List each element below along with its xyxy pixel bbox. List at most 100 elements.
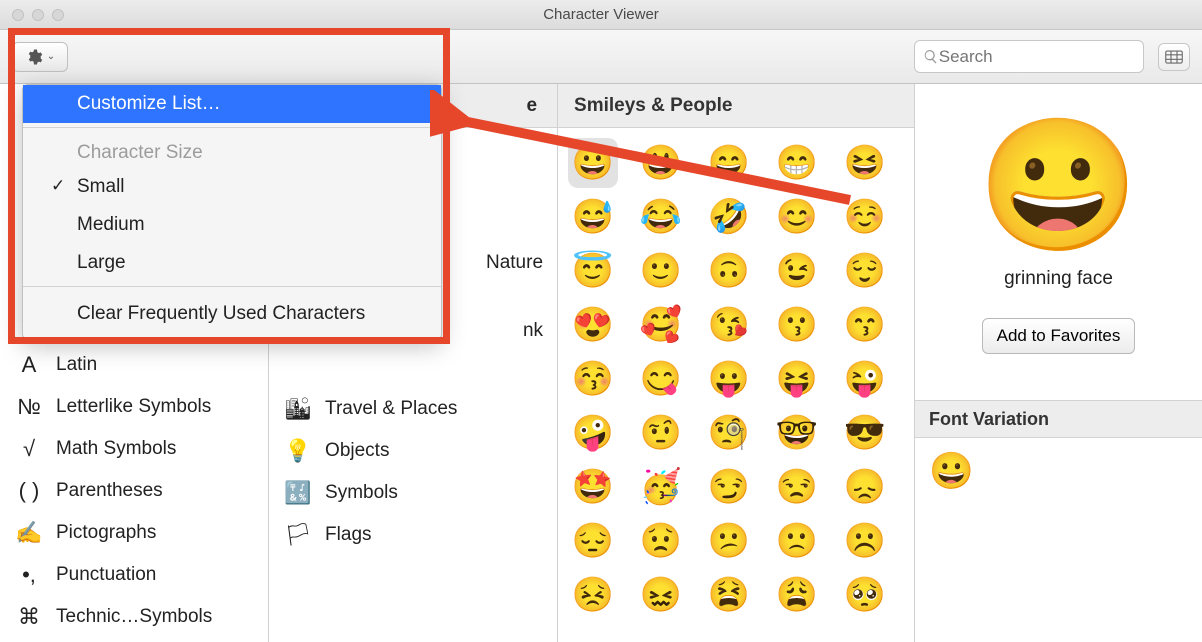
emoji-cell[interactable]: 😚 — [568, 354, 618, 404]
emoji-grid: 😀 😃 😄 😁 😆 😅 😂 🤣 😊 ☺️ 😇 🙂 🙃 😉 😌 😍 🥰 😘 😗 😙 😚 😋 😛 😝 😜 🤪 🤨 🧐 🤓 😎 🤩 🥳 😏 😒 😞 😔 😟 😕 🙁… — [558, 128, 914, 630]
subcat-label: Flags — [325, 524, 371, 546]
sidebar-item-label: Pictographs — [56, 522, 156, 544]
emoji-cell[interactable]: 🙃 — [704, 246, 754, 296]
sidebar-item-label: Math Symbols — [56, 438, 176, 460]
menu-size-large[interactable]: Large — [23, 244, 441, 282]
subcat-symbols[interactable]: 🔣Symbols — [269, 472, 557, 514]
emoji-cell[interactable]: 🤓 — [772, 408, 822, 458]
emoji-cell[interactable]: 😖 — [636, 570, 686, 620]
chevron-down-icon: ⌄ — [47, 51, 55, 62]
menu-customize-list[interactable]: Customize List… — [23, 85, 441, 123]
emoji-cell[interactable]: 😛 — [704, 354, 754, 404]
emoji-cell[interactable]: 🤣 — [704, 192, 754, 242]
sidebar-item-punctuation[interactable]: •, Punctuation — [0, 554, 268, 596]
emoji-cell[interactable]: 🙁 — [772, 516, 822, 566]
emoji-cell[interactable]: 😫 — [704, 570, 754, 620]
preview-emoji: 😀 — [978, 120, 1140, 250]
emoji-cell[interactable]: 😩 — [772, 570, 822, 620]
search-field[interactable] — [914, 40, 1144, 73]
sidebar-item-math[interactable]: √ Math Symbols — [0, 428, 268, 470]
emoji-cell[interactable]: 😀 — [568, 138, 618, 188]
emoji-cell[interactable]: 😒 — [772, 462, 822, 512]
emoji-cell[interactable]: 😞 — [840, 462, 890, 512]
emoji-cell[interactable]: 😝 — [772, 354, 822, 404]
sidebar-item-technical[interactable]: ⌘Technic…Symbols — [0, 596, 268, 638]
emoji-cell[interactable]: ☹️ — [840, 516, 890, 566]
symbols-icon: 🔣 — [283, 478, 313, 508]
settings-menu-button[interactable]: ⌄ — [12, 42, 68, 72]
subcat-label: Travel & Places — [325, 398, 457, 420]
emoji-cell[interactable]: 😍 — [568, 300, 618, 350]
parentheses-icon: ( ) — [14, 476, 44, 506]
gear-icon — [25, 48, 43, 66]
emoji-section-header: Smileys & People — [558, 84, 914, 128]
punctuation-icon: •, — [14, 560, 44, 590]
emoji-cell[interactable]: 😅 — [568, 192, 618, 242]
sidebar-item-label: Punctuation — [56, 564, 156, 586]
emoji-cell[interactable]: 😎 — [840, 408, 890, 458]
subcat-label: Objects — [325, 440, 389, 462]
emoji-cell[interactable]: 😣 — [568, 570, 618, 620]
grid-icon — [1165, 50, 1183, 64]
emoji-cell[interactable]: 😕 — [704, 516, 754, 566]
sidebar-item-parentheses[interactable]: ( )Parentheses — [0, 470, 268, 512]
emoji-cell[interactable]: 🤩 — [568, 462, 618, 512]
emoji-cell[interactable]: 😙 — [840, 300, 890, 350]
travel-icon: 🏙 — [283, 394, 313, 424]
menu-clear-frequently-used[interactable]: Clear Frequently Used Characters — [23, 291, 441, 335]
sidebar-item-letterlike[interactable]: №Letterlike Symbols — [0, 386, 268, 428]
emoji-cell[interactable]: 😋 — [636, 354, 686, 404]
window-controls — [12, 9, 64, 21]
font-variation-item[interactable]: 😀 — [915, 438, 1202, 504]
titlebar: Character Viewer — [0, 0, 1202, 30]
objects-icon: 💡 — [283, 436, 313, 466]
emoji-cell[interactable]: 🥰 — [636, 300, 686, 350]
emoji-cell[interactable]: 😄 — [704, 138, 754, 188]
subcat-objects[interactable]: 💡 Objects — [269, 430, 557, 472]
search-input[interactable] — [939, 47, 1135, 67]
close-window-button[interactable] — [12, 9, 24, 21]
emoji-cell[interactable]: 😃 — [636, 138, 686, 188]
emoji-cell[interactable]: 🤨 — [636, 408, 686, 458]
emoji-cell[interactable]: 😇 — [568, 246, 618, 296]
emoji-cell[interactable]: 😘 — [704, 300, 754, 350]
latin-icon: A — [14, 350, 44, 380]
minimize-window-button[interactable] — [32, 9, 44, 21]
collapse-button[interactable] — [1158, 43, 1190, 71]
emoji-cell[interactable]: 😌 — [840, 246, 890, 296]
subcat-flags[interactable]: 🏳 Flags — [269, 514, 557, 556]
emoji-cell[interactable]: 🤪 — [568, 408, 618, 458]
search-icon — [923, 48, 939, 65]
emoji-cell[interactable]: 😜 — [840, 354, 890, 404]
emoji-cell[interactable]: 😁 — [772, 138, 822, 188]
emoji-cell[interactable]: 😏 — [704, 462, 754, 512]
emoji-cell[interactable]: 🥳 — [636, 462, 686, 512]
preview-pane: 😀 grinning face Add to Favorites Font Va… — [915, 84, 1202, 642]
zoom-window-button[interactable] — [52, 9, 64, 21]
sidebar-item-label: Latin — [56, 354, 97, 376]
subcat-travel[interactable]: 🏙 Travel & Places — [269, 388, 557, 430]
settings-dropdown: Customize List… Character Size Small Med… — [22, 84, 442, 340]
emoji-cell[interactable]: 🧐 — [704, 408, 754, 458]
emoji-cell[interactable]: 🙂 — [636, 246, 686, 296]
menu-size-label: Character Size — [23, 132, 441, 168]
emoji-cell[interactable]: 😗 — [772, 300, 822, 350]
preview-name: grinning face — [1004, 268, 1113, 290]
add-to-favorites-button[interactable]: Add to Favorites — [982, 318, 1136, 354]
emoji-cell[interactable]: 😆 — [840, 138, 890, 188]
emoji-cell[interactable]: 😔 — [568, 516, 618, 566]
emoji-cell[interactable]: ☺️ — [840, 192, 890, 242]
emoji-cell[interactable]: 😂 — [636, 192, 686, 242]
emoji-cell[interactable]: 😟 — [636, 516, 686, 566]
emoji-cell[interactable]: 😉 — [772, 246, 822, 296]
sidebar-item-latin[interactable]: A Latin — [0, 344, 268, 386]
menu-size-medium[interactable]: Medium — [23, 206, 441, 244]
flags-icon: 🏳 — [283, 520, 313, 550]
math-icon: √ — [14, 434, 44, 464]
pictographs-icon: ✍ — [14, 518, 44, 548]
emoji-cell[interactable]: 🥺 — [840, 570, 890, 620]
sidebar-item-label: Letterlike Symbols — [56, 396, 211, 418]
emoji-cell[interactable]: 😊 — [772, 192, 822, 242]
sidebar-item-pictographs[interactable]: ✍ Pictographs — [0, 512, 268, 554]
menu-size-small[interactable]: Small — [23, 168, 441, 206]
